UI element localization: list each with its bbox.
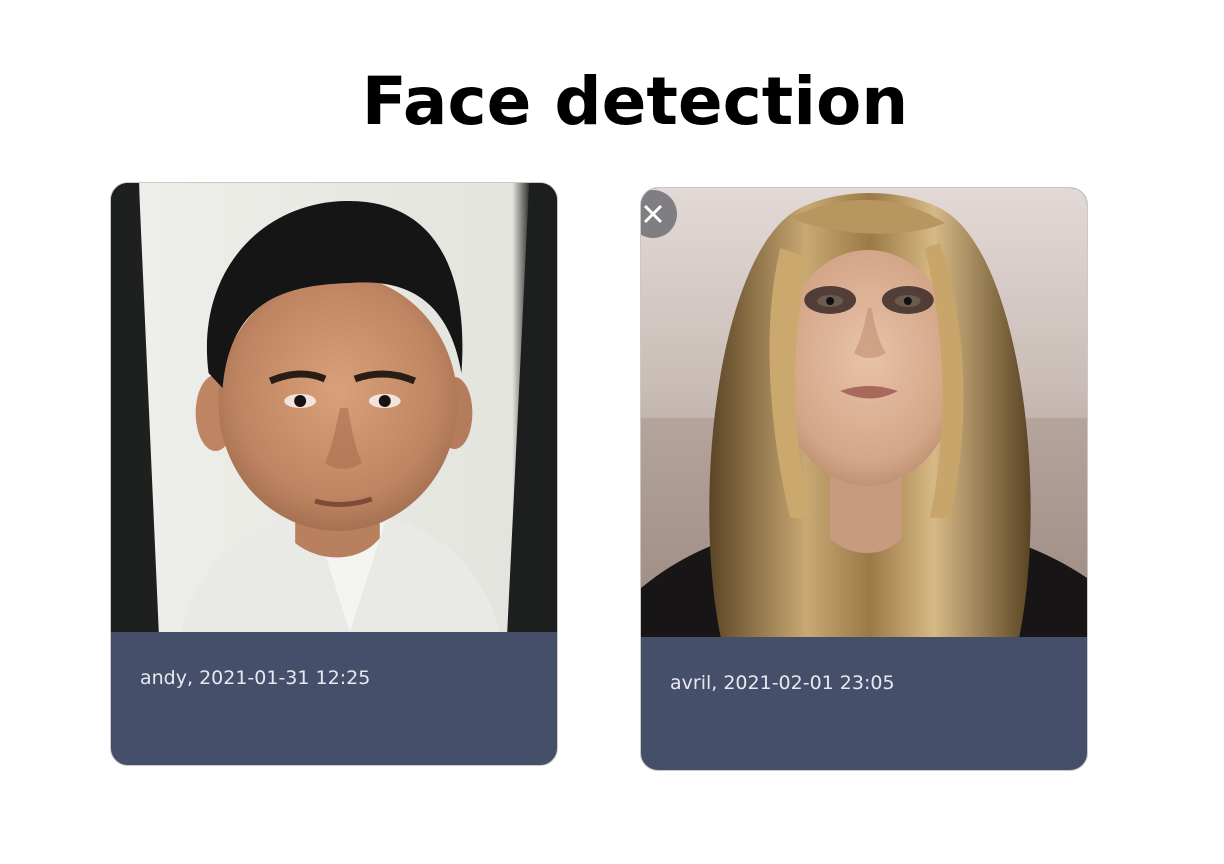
face-card-avril[interactable]: avril, 2021-02-01 23:05 bbox=[640, 187, 1088, 771]
close-icon bbox=[643, 204, 663, 224]
face-photo-avril bbox=[641, 188, 1087, 637]
face-photo-andy bbox=[111, 183, 557, 632]
face-card-caption: avril, 2021-02-01 23:05 bbox=[670, 672, 895, 694]
face-card-andy[interactable]: andy, 2021-01-31 12:25 bbox=[110, 182, 558, 766]
page-title: Face detection bbox=[361, 63, 909, 140]
face-card-caption: andy, 2021-01-31 12:25 bbox=[140, 667, 371, 689]
